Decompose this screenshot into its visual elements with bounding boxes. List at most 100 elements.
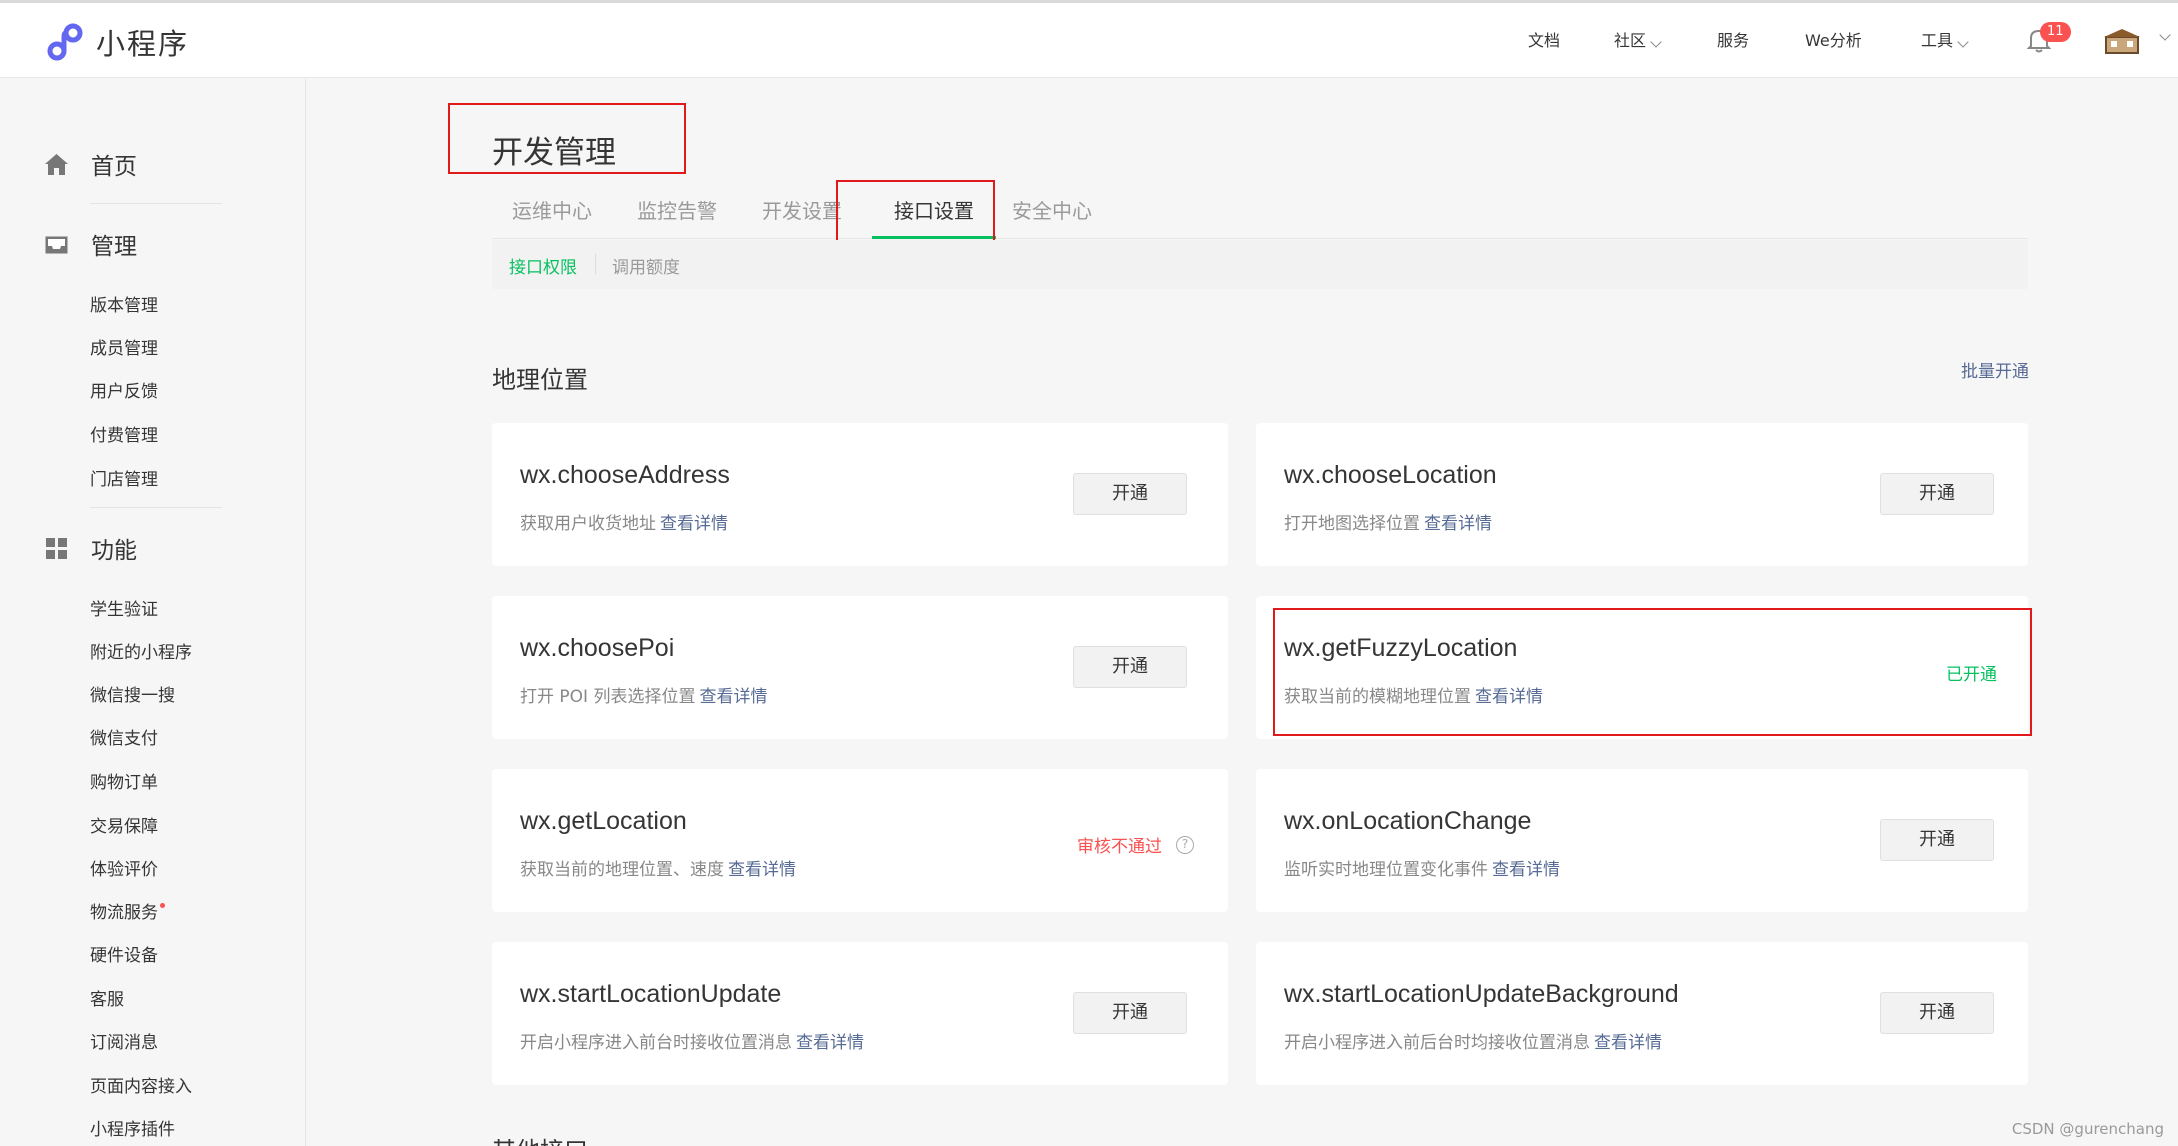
- sidebar-item-customer-service[interactable]: 客服: [90, 985, 124, 1010]
- sidebar: 首页 管理 版本管理 成员管理 用户反馈 付费管理 门店管理 功能 学生验证 附…: [0, 79, 306, 1146]
- api-name: wx.getLocation: [520, 807, 687, 835]
- app-logo[interactable]: 小程序: [44, 21, 189, 63]
- question-icon[interactable]: ?: [1176, 835, 1194, 854]
- sidebar-item-label: 首页: [91, 154, 137, 180]
- avatar[interactable]: [2102, 27, 2142, 57]
- sidebar-item-members[interactable]: 成员管理: [90, 334, 158, 359]
- api-card: wx.chooseLocation 打开地图选择位置 查看详情 开通: [1256, 423, 2028, 566]
- mini-program-logo-icon: [47, 23, 83, 61]
- sidebar-item-stores[interactable]: 门店管理: [90, 465, 158, 490]
- view-details-link[interactable]: 查看详情: [1594, 1033, 1662, 1053]
- home-icon: [45, 153, 68, 175]
- highlight-box: [1273, 608, 2032, 736]
- nav-docs-label: 文档: [1528, 31, 1561, 50]
- sidebar-item-features[interactable]: 功能: [44, 531, 137, 565]
- tab-security[interactable]: 安全中心: [1002, 188, 1102, 239]
- rejected-label: 审核不通过: [1077, 837, 1162, 857]
- api-description: 获取当前的地理位置、速度 查看详情: [520, 855, 796, 880]
- section-title: 地理位置: [492, 366, 588, 394]
- view-details-link[interactable]: 查看详情: [796, 1033, 864, 1053]
- nav-community[interactable]: 社区: [1614, 27, 1662, 51]
- view-details-link[interactable]: 查看详情: [1492, 860, 1560, 880]
- sidebar-item-payment[interactable]: 付费管理: [90, 421, 158, 446]
- enable-button[interactable]: 开通: [1073, 646, 1187, 688]
- api-card: wx.choosePoi 打开 POI 列表选择位置 查看详情 开通: [492, 596, 1228, 739]
- section-title-other: 其他接口: [492, 1131, 588, 1146]
- nav-service[interactable]: 服务: [1717, 27, 1749, 51]
- app-name: 小程序: [96, 27, 190, 61]
- api-card: wx.getLocation 获取当前的地理位置、速度 查看详情 审核不通过?: [492, 769, 1228, 912]
- nav-tools-label: 工具: [1921, 31, 1954, 50]
- enable-button[interactable]: 开通: [1880, 992, 1994, 1034]
- highlight-box: [836, 180, 995, 246]
- api-description: 监听实时地理位置变化事件 查看详情: [1284, 855, 1560, 880]
- sidebar-item-wechat-search[interactable]: 微信搜一搜: [90, 681, 175, 706]
- nav-we-analysis[interactable]: We分析: [1805, 27, 1862, 51]
- api-description: 开启小程序进入前台时接收位置消息 查看详情: [520, 1028, 864, 1053]
- nav-service-label: 服务: [1717, 31, 1750, 50]
- sidebar-item-logistics[interactable]: 物流服务: [90, 898, 165, 923]
- sidebar-item-hardware[interactable]: 硬件设备: [90, 941, 158, 966]
- sidebar-item-plugins[interactable]: 小程序插件: [90, 1115, 175, 1140]
- sidebar-item-student-verify[interactable]: 学生验证: [90, 595, 158, 620]
- avatar-icon: [2104, 29, 2140, 54]
- grid-icon: [46, 537, 67, 559]
- enable-button[interactable]: 开通: [1073, 473, 1187, 515]
- enable-button[interactable]: 开通: [1073, 992, 1187, 1034]
- chevron-down-icon: [1650, 36, 1662, 48]
- api-name: wx.startLocationUpdateBackground: [1284, 980, 1679, 1008]
- api-desc-text: 打开 POI 列表选择位置: [520, 687, 696, 707]
- sidebar-item-orders[interactable]: 购物订单: [90, 768, 158, 793]
- rejected-status: 审核不通过?: [1077, 832, 1194, 857]
- sidebar-item-label: 功能: [91, 538, 137, 564]
- sidebar-item-label: 管理: [91, 234, 137, 260]
- api-name: wx.chooseLocation: [1284, 461, 1497, 489]
- highlight-box: [448, 103, 686, 174]
- sidebar-item-version[interactable]: 版本管理: [90, 291, 158, 316]
- api-card: wx.startLocationUpdate 开启小程序进入前台时接收位置消息查…: [492, 942, 1228, 1085]
- view-details-link[interactable]: 查看详情: [699, 687, 767, 707]
- nav-we-analysis-label: We分析: [1805, 31, 1862, 50]
- enable-button[interactable]: 开通: [1880, 819, 1994, 861]
- sidebar-item-subscribe-msg[interactable]: 订阅消息: [90, 1028, 158, 1053]
- sidebar-item-home[interactable]: 首页: [44, 147, 137, 181]
- api-card: wx.onLocationChange 监听实时地理位置变化事件 查看详情 开通: [1256, 769, 2028, 912]
- tab-monitoring[interactable]: 监控告警: [627, 188, 727, 239]
- sidebar-item-experience-review[interactable]: 体验评价: [90, 855, 158, 880]
- chevron-down-icon: [1957, 36, 1969, 48]
- api-desc-text: 开启小程序进入前台时接收位置消息: [520, 1033, 792, 1053]
- api-name: wx.choosePoi: [520, 634, 675, 662]
- sidebar-item-content-access[interactable]: 页面内容接入: [90, 1072, 192, 1097]
- subtab-call-quota[interactable]: 调用额度: [612, 253, 680, 278]
- subtab-api-permissions[interactable]: 接口权限: [509, 253, 577, 278]
- sidebar-item-manage[interactable]: 管理: [44, 227, 137, 261]
- sidebar-item-feedback[interactable]: 用户反馈: [90, 377, 158, 402]
- view-details-link[interactable]: 查看详情: [660, 514, 728, 534]
- api-description: 获取用户收货地址 查看详情: [520, 509, 728, 534]
- nav-tools[interactable]: 工具: [1921, 27, 1969, 51]
- tab-operations[interactable]: 运维中心: [502, 188, 602, 239]
- view-details-link[interactable]: 查看详情: [728, 860, 796, 880]
- tab-bar: 运维中心 监控告警 开发设置 接口设置 安全中心: [492, 188, 2028, 239]
- view-details-link[interactable]: 查看详情: [1424, 514, 1492, 534]
- sidebar-item-trade-guarantee[interactable]: 交易保障: [90, 812, 158, 837]
- api-card: wx.startLocationUpdateBackground 开启小程序进入…: [1256, 942, 2028, 1085]
- enable-button[interactable]: 开通: [1880, 473, 1994, 515]
- api-desc-text: 获取当前的地理位置、速度: [520, 860, 724, 880]
- sidebar-item-wechat-pay[interactable]: 微信支付: [90, 724, 158, 749]
- chevron-down-icon[interactable]: [2159, 29, 2171, 41]
- api-description: 开启小程序进入前后台时均接收位置消息 查看详情: [1284, 1028, 1662, 1053]
- sidebar-item-label: 物流服务: [90, 903, 158, 923]
- new-dot: [160, 903, 165, 908]
- top-navigation-bar: 小程序 文档 社区 服务 We分析 工具 11: [0, 3, 2178, 78]
- api-desc-text: 获取用户收货地址: [520, 514, 656, 534]
- api-description: 打开 POI 列表选择位置 查看详情: [520, 682, 767, 707]
- api-desc-text: 打开地图选择位置: [1284, 514, 1420, 534]
- api-card: wx.chooseAddress 获取用户收货地址 查看详情 开通: [492, 423, 1228, 566]
- api-name: wx.chooseAddress: [520, 461, 730, 489]
- divider: [90, 507, 222, 508]
- nav-docs[interactable]: 文档: [1528, 27, 1560, 51]
- batch-enable-link[interactable]: 批量开通: [1961, 357, 2029, 382]
- api-desc-text: 开启小程序进入前后台时均接收位置消息: [1284, 1033, 1590, 1053]
- sidebar-item-nearby[interactable]: 附近的小程序: [90, 638, 192, 663]
